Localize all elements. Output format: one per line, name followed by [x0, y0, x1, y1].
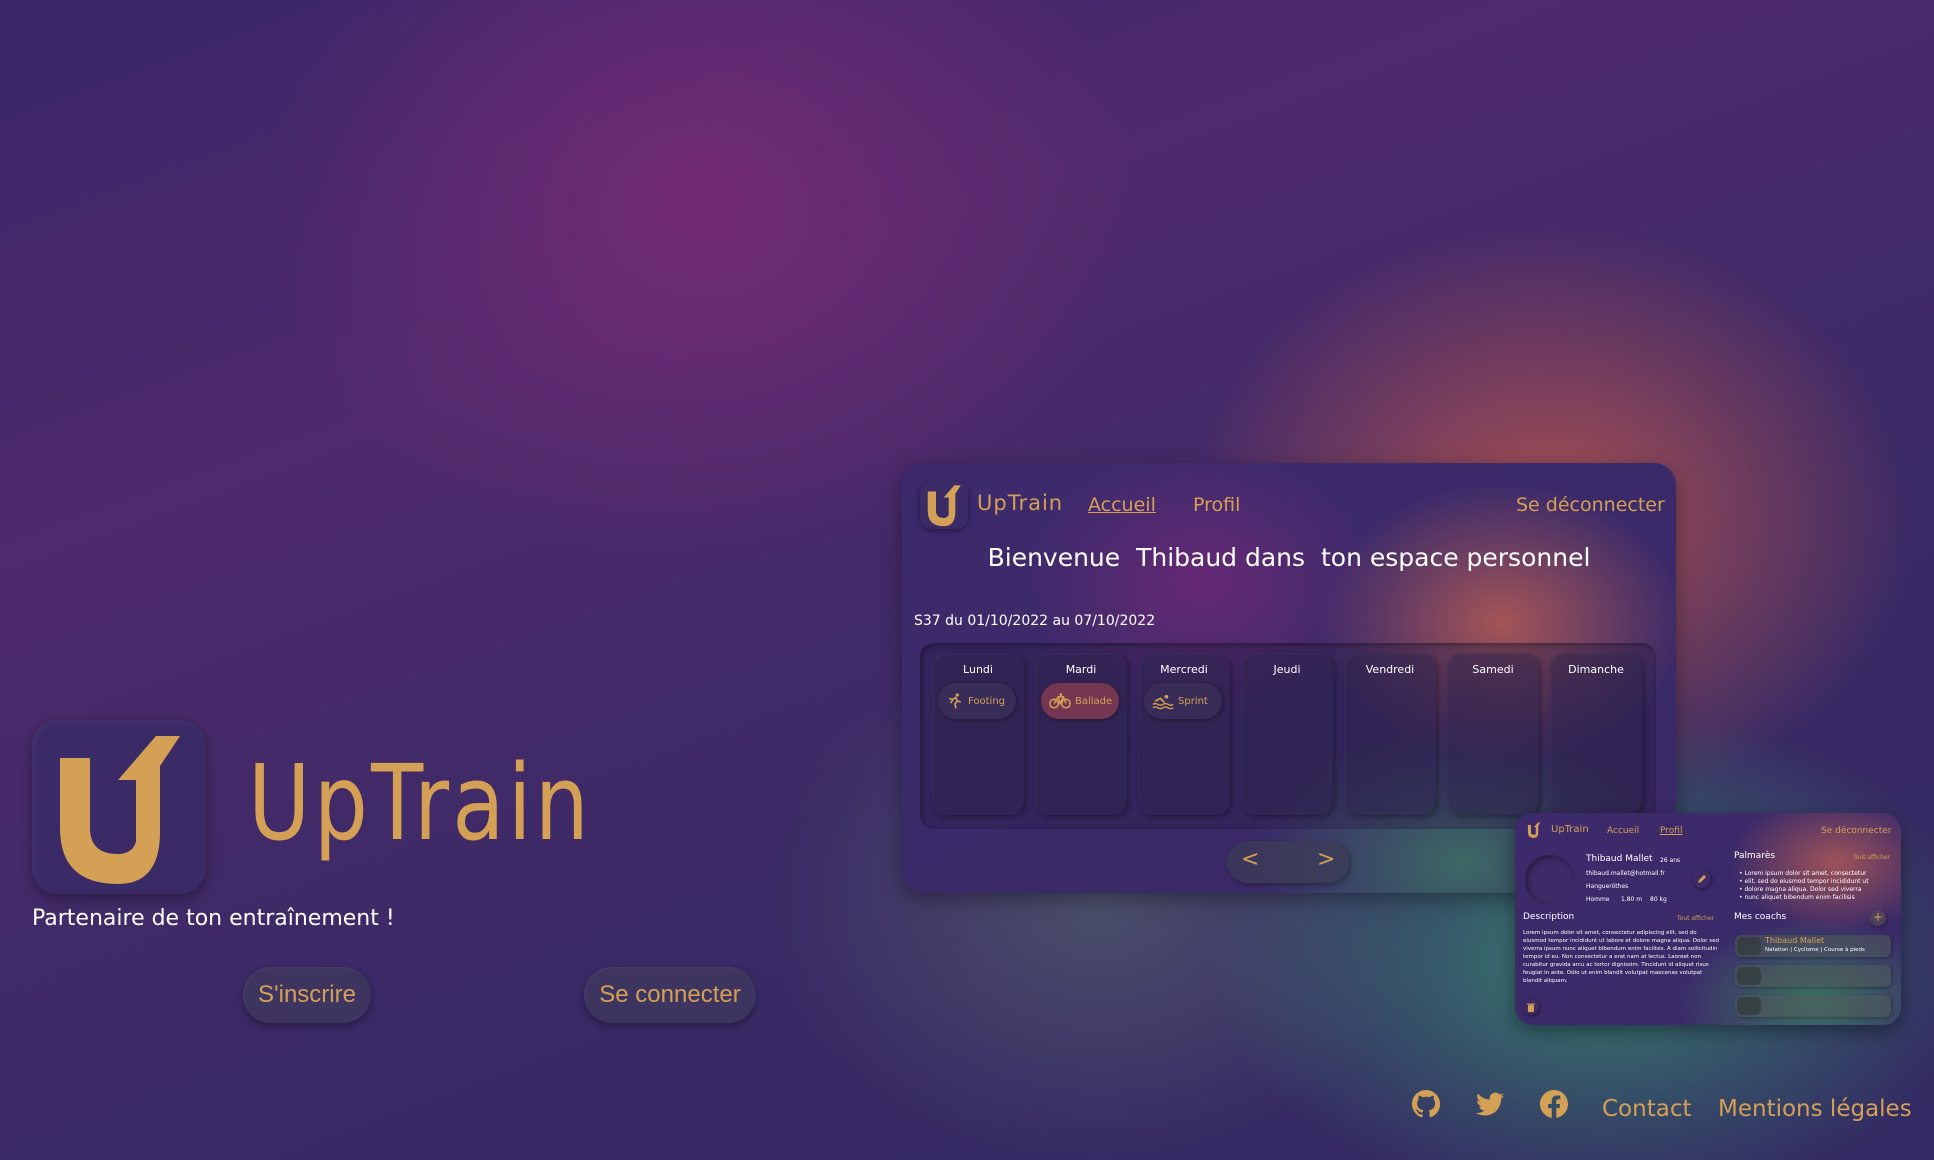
- pencil-icon: [1698, 875, 1706, 883]
- day-name: Mercredi: [1160, 663, 1208, 676]
- nav-profile[interactable]: Profil: [1193, 494, 1240, 516]
- description-show-all[interactable]: Tout afficher: [1677, 915, 1714, 922]
- login-button[interactable]: Se connecter: [584, 967, 756, 1023]
- coach-avatar: [1737, 937, 1761, 955]
- dashboard-logo[interactable]: [920, 481, 968, 529]
- day-name: Lundi: [963, 663, 993, 676]
- day-column[interactable]: Lundi Footing: [932, 653, 1024, 815]
- activity-label: Footing: [968, 695, 1006, 707]
- welcome-part2: ton espace personnel: [1320, 543, 1591, 572]
- profile-nav-logout[interactable]: Se déconnecter: [1821, 826, 1891, 836]
- day-name: Samedi: [1472, 663, 1514, 676]
- day-column[interactable]: Vendredi: [1344, 653, 1436, 815]
- profile-gender: Homme: [1586, 896, 1610, 903]
- profile-name: Thibaud Mallet: [1586, 854, 1653, 864]
- swimming-icon: [1152, 694, 1174, 710]
- avatar: [1525, 855, 1575, 905]
- palmares-show-all[interactable]: Tout afficher: [1853, 854, 1890, 861]
- day-column[interactable]: Mardi Ballade: [1035, 653, 1127, 815]
- hero-logo: [32, 720, 206, 894]
- description-text: Lorem ipsum dolor sit amet, consectetur …: [1523, 930, 1720, 984]
- coach-avatar: [1737, 997, 1761, 1015]
- running-icon: [948, 693, 962, 709]
- day-column[interactable]: Mercredi Sprint: [1138, 653, 1230, 815]
- github-icon[interactable]: [1410, 1088, 1442, 1120]
- day-column[interactable]: Samedi: [1447, 653, 1539, 815]
- activity-chip[interactable]: Sprint: [1144, 683, 1222, 719]
- uptrain-logo-icon: [927, 485, 961, 527]
- coach-avatar: [1737, 967, 1761, 985]
- profile-nav-home[interactable]: Accueil: [1607, 826, 1639, 836]
- day-name: Jeudi: [1273, 663, 1301, 676]
- profile-nav-profile[interactable]: Profil: [1660, 826, 1682, 836]
- profile-weight: 80 kg: [1650, 896, 1667, 903]
- nav-home[interactable]: Accueil: [1088, 494, 1156, 516]
- coach-row[interactable]: Thibaud Mallet Natation | Cyclisme | Cou…: [1735, 935, 1891, 957]
- welcome-name: Thibaud dans: [1136, 543, 1306, 572]
- dashboard-brand: UpTrain: [977, 491, 1064, 515]
- contact-link[interactable]: Contact: [1602, 1096, 1691, 1122]
- week-calendar: Lundi Footing Mardi Ballade Mercredi Spr…: [920, 643, 1656, 829]
- day-column[interactable]: Jeudi: [1241, 653, 1333, 815]
- welcome-heading: Bienvenue Thibaud dans ton espace person…: [902, 543, 1676, 572]
- profile-city: Hangueröthes: [1586, 883, 1629, 890]
- activity-chip[interactable]: Ballade: [1041, 683, 1119, 719]
- profile-brand: UpTrain: [1551, 824, 1589, 835]
- coach-row[interactable]: [1735, 965, 1891, 987]
- tagline: Partenaire de ton entraînement !: [32, 906, 395, 931]
- palmares-item: • nunc aliquet bibendum enim facilisis: [1739, 894, 1855, 901]
- signup-button[interactable]: S'inscrire: [243, 967, 371, 1023]
- uptrain-logo-icon: [60, 736, 180, 884]
- day-name: Vendredi: [1365, 663, 1415, 676]
- app-title: UpTrain: [248, 742, 593, 864]
- palmares-item: • Lorem ipsum dolor sit amet, consectetu…: [1739, 870, 1867, 877]
- twitter-icon[interactable]: [1474, 1088, 1506, 1120]
- activity-chip[interactable]: Footing: [938, 683, 1016, 719]
- activity-label: Ballade: [1075, 695, 1113, 707]
- profile-age: 26 ans: [1660, 857, 1681, 864]
- day-column[interactable]: Dimanche: [1550, 653, 1642, 815]
- week-navigation: < >: [1227, 841, 1349, 883]
- trash-icon: [1527, 1003, 1535, 1012]
- description-title: Description: [1523, 912, 1575, 922]
- delete-button[interactable]: [1523, 999, 1539, 1015]
- uptrain-logo-icon: [1527, 822, 1541, 838]
- profile-preview: UpTrain Accueil Profil Se déconnecter Th…: [1515, 813, 1901, 1025]
- palmares-item: • elit, sed do eiusmod tempor incididunt…: [1739, 878, 1869, 885]
- coach-sports: Natation | Cyclisme | Course à pieds: [1765, 947, 1865, 953]
- profile-email: thibaud.mallet@hotmail.fr: [1586, 870, 1665, 877]
- coaches-title: Mes coachs: [1734, 912, 1787, 922]
- prev-week-button[interactable]: <: [1241, 847, 1259, 872]
- profile-height: 1,80 m: [1621, 896, 1643, 903]
- add-coach-button[interactable]: +: [1870, 910, 1886, 926]
- day-name: Dimanche: [1568, 663, 1624, 676]
- palmares-title: Palmarès: [1734, 851, 1776, 861]
- bicycle-icon: [1049, 693, 1071, 709]
- coach-name: Thibaud Mallet: [1765, 936, 1825, 945]
- coach-row[interactable]: [1735, 995, 1891, 1017]
- facebook-icon[interactable]: [1538, 1088, 1570, 1120]
- week-label: S37 du 01/10/2022 au 07/10/2022: [914, 613, 1156, 629]
- palmares-item: • dolore magna aliqua. Dolor sed viverra: [1739, 886, 1862, 893]
- activity-label: Sprint: [1178, 695, 1208, 707]
- edit-profile-button[interactable]: [1693, 870, 1711, 888]
- nav-logout[interactable]: Se déconnecter: [1516, 494, 1665, 516]
- next-week-button[interactable]: >: [1317, 847, 1335, 872]
- legal-link[interactable]: Mentions légales: [1718, 1096, 1912, 1122]
- day-name: Mardi: [1065, 663, 1097, 676]
- welcome-part1: Bienvenue: [987, 543, 1121, 572]
